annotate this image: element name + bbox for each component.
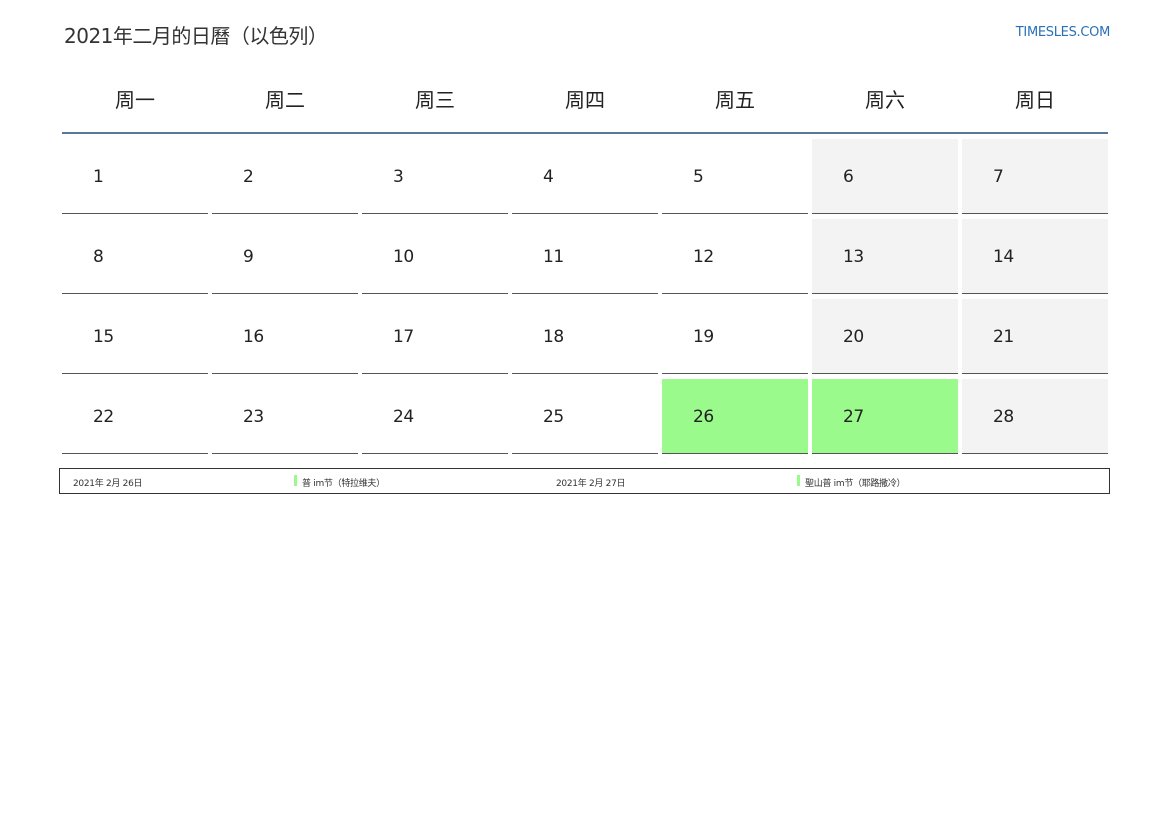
day-number: 5 <box>693 167 704 187</box>
day-cell: 9 <box>212 219 358 294</box>
day-number: 6 <box>843 167 854 187</box>
weekday-header-thu: 周四 <box>565 88 605 112</box>
legend-date: 2021年 2月 27日 <box>556 479 626 489</box>
weekday-header-mon: 周一 <box>115 88 155 112</box>
weekday-header-sun: 周日 <box>1015 88 1055 112</box>
weekday-header-wed: 周三 <box>415 88 455 112</box>
legend-date: 2021年 2月 26日 <box>73 479 143 489</box>
weekday-header-tue: 周二 <box>265 88 305 112</box>
day-cell: 23 <box>212 379 358 454</box>
day-number: 12 <box>693 247 714 267</box>
day-cell-weekend: 6 <box>812 139 958 214</box>
day-number: 11 <box>543 247 564 267</box>
day-number: 28 <box>993 407 1014 427</box>
day-cell: 15 <box>62 299 208 374</box>
brand-link[interactable]: TIMESLES.COM <box>1016 25 1111 40</box>
day-number: 9 <box>243 247 254 267</box>
day-cell: 12 <box>662 219 808 294</box>
legend-color-marker <box>797 475 800 486</box>
legend-holiday-name: 聖山普 im节（耶路撒冷） <box>805 479 906 489</box>
day-number: 21 <box>993 327 1014 347</box>
day-cell-weekend: 21 <box>962 299 1108 374</box>
weekday-header-fri: 周五 <box>715 88 755 112</box>
day-number: 4 <box>543 167 554 187</box>
day-cell-weekend: 28 <box>962 379 1108 454</box>
day-cell: 16 <box>212 299 358 374</box>
legend-color-marker <box>294 475 297 486</box>
day-number: 23 <box>243 407 264 427</box>
day-cell: 18 <box>512 299 658 374</box>
day-number: 17 <box>393 327 414 347</box>
week-row: 8 9 10 11 12 13 14 <box>62 219 1108 294</box>
week-row: 15 16 17 18 19 20 21 <box>62 299 1108 374</box>
day-number: 3 <box>393 167 404 187</box>
day-number: 24 <box>393 407 414 427</box>
day-number: 19 <box>693 327 714 347</box>
day-cell: 17 <box>362 299 508 374</box>
day-cell: 24 <box>362 379 508 454</box>
day-number: 22 <box>93 407 114 427</box>
day-number: 10 <box>393 247 414 267</box>
day-number: 18 <box>543 327 564 347</box>
day-number: 2 <box>243 167 254 187</box>
day-number: 27 <box>843 407 864 427</box>
day-cell-weekend: 13 <box>812 219 958 294</box>
day-cell: 11 <box>512 219 658 294</box>
day-cell: 25 <box>512 379 658 454</box>
day-cell: 2 <box>212 139 358 214</box>
day-number: 13 <box>843 247 864 267</box>
day-cell: 22 <box>62 379 208 454</box>
day-cell: 19 <box>662 299 808 374</box>
page-title: 2021年二月的日曆（以色列） <box>64 24 328 48</box>
day-cell-weekend: 14 <box>962 219 1108 294</box>
day-number: 15 <box>93 327 114 347</box>
weekday-header-sat: 周六 <box>865 88 905 112</box>
weekday-header-row: 周一 周二 周三 周四 周五 周六 周日 <box>62 74 1108 134</box>
day-cell-holiday: 26 <box>662 379 808 454</box>
day-number: 7 <box>993 167 1004 187</box>
day-number: 1 <box>93 167 104 187</box>
day-number: 16 <box>243 327 264 347</box>
day-number: 8 <box>93 247 104 267</box>
day-cell: 4 <box>512 139 658 214</box>
day-cell-holiday: 27 <box>812 379 958 454</box>
day-cell: 1 <box>62 139 208 214</box>
day-cell: 5 <box>662 139 808 214</box>
week-row: 1 2 3 4 5 6 7 <box>62 139 1108 214</box>
day-cell-weekend: 7 <box>962 139 1108 214</box>
day-number: 14 <box>993 247 1014 267</box>
day-number: 25 <box>543 407 564 427</box>
day-cell: 8 <box>62 219 208 294</box>
day-cell: 10 <box>362 219 508 294</box>
legend-holiday-name: 普 im节（特拉维夫） <box>302 479 385 489</box>
day-cell: 3 <box>362 139 508 214</box>
day-number: 20 <box>843 327 864 347</box>
week-row: 22 23 24 25 26 27 28 <box>62 379 1108 454</box>
calendar-grid: 周一 周二 周三 周四 周五 周六 周日 1 2 3 4 5 6 7 8 9 1… <box>62 74 1108 454</box>
holiday-legend: 2021年 2月 26日 普 im节（特拉维夫） 2021年 2月 27日 聖山… <box>59 468 1110 494</box>
day-cell-weekend: 20 <box>812 299 958 374</box>
day-number: 26 <box>693 407 714 427</box>
